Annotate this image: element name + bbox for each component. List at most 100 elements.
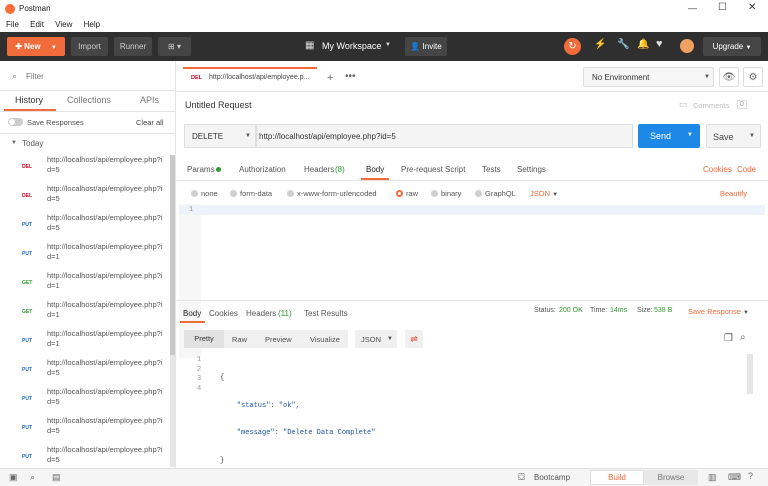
clear-all-button[interactable]: Clear all	[136, 118, 164, 127]
wrap-lines-icon[interactable]: ⇌	[405, 330, 423, 348]
history-item[interactable]: GET http://localhost/api/employee.php?id=…	[0, 270, 170, 299]
request-tab[interactable]: DEL http://localhost/api/employee.p...	[183, 67, 317, 89]
send-button[interactable]: Send ▼	[638, 124, 700, 148]
response-format-select[interactable]: JSON ▼	[355, 330, 397, 348]
avatar[interactable]	[680, 39, 694, 53]
filter-input[interactable]	[26, 69, 166, 83]
save-response-button[interactable]: Save Response ▼	[688, 307, 749, 316]
history-item[interactable]: GET http://localhost/api/employee.php?id=…	[0, 299, 170, 328]
radio-binary[interactable]: binary	[431, 189, 461, 198]
status-value[interactable]: 200 OK	[559, 307, 583, 314]
menu-edit[interactable]: Edit	[30, 20, 44, 29]
tab-body[interactable]: Body	[366, 165, 384, 174]
request-name[interactable]: Untitled Request	[185, 100, 252, 110]
menu-help[interactable]: Help	[84, 20, 100, 29]
tab-settings[interactable]: Settings	[517, 165, 546, 174]
history-group-today[interactable]: Today	[22, 139, 43, 148]
history-item[interactable]: PUT http://localhost/api/employee.php?id=…	[0, 241, 170, 270]
invite-button[interactable]: 👤 Invite	[405, 37, 447, 56]
search-response-icon[interactable]: ⌕	[740, 332, 746, 343]
beautify-link[interactable]: Beautify	[720, 189, 747, 198]
keyboard-icon[interactable]: ⌨	[728, 472, 741, 483]
runner-button[interactable]: Runner	[114, 37, 152, 56]
history-item[interactable]: PUT http://localhost/api/employee.php?id=…	[0, 386, 170, 415]
save-responses-toggle[interactable]	[8, 118, 23, 126]
radio-graphql[interactable]: GraphQL	[475, 189, 516, 198]
save-response-dropdown-icon: ▼	[743, 310, 749, 316]
new-button[interactable]: ✚ New ▼	[7, 37, 65, 56]
build-mode-button[interactable]: Build	[590, 470, 644, 485]
import-button[interactable]: Import	[71, 37, 108, 56]
new-tab-plus-icon[interactable]: +	[327, 72, 333, 84]
sidebar-scrollbar[interactable]	[170, 155, 175, 467]
new-dropdown-icon[interactable]: ▼	[51, 45, 57, 51]
heart-icon[interactable]: ♥	[656, 38, 663, 50]
tab-apis[interactable]: APIs	[140, 95, 159, 105]
response-tab-test-results[interactable]: Test Results	[304, 309, 348, 318]
tab-pre-request-script[interactable]: Pre-request Script	[401, 165, 465, 174]
new-window-button[interactable]: ⊞ ▾	[158, 37, 191, 56]
sidebar-toggle-icon[interactable]: ▣	[9, 472, 18, 483]
response-tab-body[interactable]: Body	[183, 309, 201, 318]
history-item[interactable]: PUT http://localhost/api/employee.php?id=…	[0, 415, 170, 444]
bootcamp-link[interactable]: Bootcamp	[534, 473, 570, 482]
help-icon[interactable]: ?	[748, 471, 753, 481]
history-item[interactable]: DEL http://localhost/api/employee.php?id=…	[0, 183, 170, 212]
save-button[interactable]: Save ▼	[706, 124, 761, 148]
maximize-button[interactable]: ☐	[718, 2, 727, 13]
url-input[interactable]: http://localhost/api/employee.php?id=5	[256, 124, 633, 148]
settings-wrench-icon[interactable]: 🔧	[617, 39, 629, 50]
tab-headers[interactable]: Headers	[304, 165, 334, 174]
history-item[interactable]: PUT http://localhost/api/employee.php?id=…	[0, 328, 170, 357]
view-preview[interactable]: Preview	[265, 335, 292, 344]
view-pretty[interactable]: Pretty	[184, 330, 224, 348]
radio-none[interactable]: none	[191, 189, 218, 198]
tab-tests[interactable]: Tests	[482, 165, 501, 174]
history-item[interactable]: PUT http://localhost/api/employee.php?id=…	[0, 357, 170, 386]
upgrade-button[interactable]: Upgrade ▼	[703, 37, 761, 56]
browse-mode-button[interactable]: Browse	[644, 470, 698, 485]
eye-icon[interactable]: 👁	[719, 67, 739, 87]
history-item[interactable]: PUT http://localhost/api/employee.php?id=…	[0, 212, 170, 241]
radio-raw[interactable]: raw	[396, 189, 418, 198]
size-value[interactable]: 538 B	[654, 307, 672, 314]
response-body[interactable]: 1 2 3 4 { "status": "ok", "message": "De…	[179, 354, 765, 468]
format-select[interactable]: JSON ▼	[530, 189, 558, 198]
caret-down-icon[interactable]: ▼	[11, 140, 17, 146]
workspace-dropdown-icon[interactable]: ▼	[385, 42, 391, 48]
two-pane-icon[interactable]: ▥	[708, 472, 717, 483]
tab-params[interactable]: Params	[187, 165, 215, 174]
view-visualize[interactable]: Visualize	[310, 335, 340, 344]
interceptor-icon[interactable]: ⚡	[594, 39, 606, 50]
radio-form-data[interactable]: form-data	[230, 189, 272, 198]
notifications-bell-icon[interactable]: 🔔	[637, 39, 649, 50]
environment-select[interactable]: No Environment ▼	[583, 67, 714, 87]
editor-active-line	[179, 205, 765, 215]
workspace-selector[interactable]: My Workspace	[322, 41, 381, 51]
response-tab-headers[interactable]: Headers	[246, 309, 276, 318]
comments-icon[interactable]: ▭	[679, 99, 688, 110]
radio-x-www-form-urlencoded[interactable]: x-www-form-urlencoded	[287, 189, 377, 198]
tab-history[interactable]: History	[15, 95, 43, 105]
copy-icon[interactable]: ❐	[724, 333, 733, 344]
menu-view[interactable]: View	[55, 20, 72, 29]
code-link[interactable]: Code	[737, 165, 756, 174]
find-replace-icon[interactable]: ⌕	[30, 472, 35, 483]
tab-authorization[interactable]: Authorization	[239, 165, 286, 174]
gear-icon[interactable]: ⚙	[743, 67, 763, 87]
console-icon[interactable]: ▤	[52, 472, 61, 483]
tab-collections[interactable]: Collections	[67, 95, 111, 105]
menu-file[interactable]: File	[6, 20, 19, 29]
sync-icon[interactable]: ↻	[564, 38, 581, 55]
time-value[interactable]: 14ms	[610, 307, 627, 314]
response-scrollbar[interactable]	[747, 354, 753, 394]
method-select[interactable]: DELETE ▼	[184, 124, 256, 148]
view-raw[interactable]: Raw	[232, 335, 247, 344]
response-tab-cookies[interactable]: Cookies	[209, 309, 238, 318]
minimize-button[interactable]: —	[688, 3, 697, 13]
cookies-link[interactable]: Cookies	[703, 165, 732, 174]
history-item[interactable]: DEL http://localhost/api/employee.php?id=…	[0, 154, 170, 183]
more-tabs-icon[interactable]: •••	[345, 71, 356, 82]
close-button[interactable]: ✕	[748, 2, 756, 13]
comments-label[interactable]: Comments	[693, 101, 729, 110]
